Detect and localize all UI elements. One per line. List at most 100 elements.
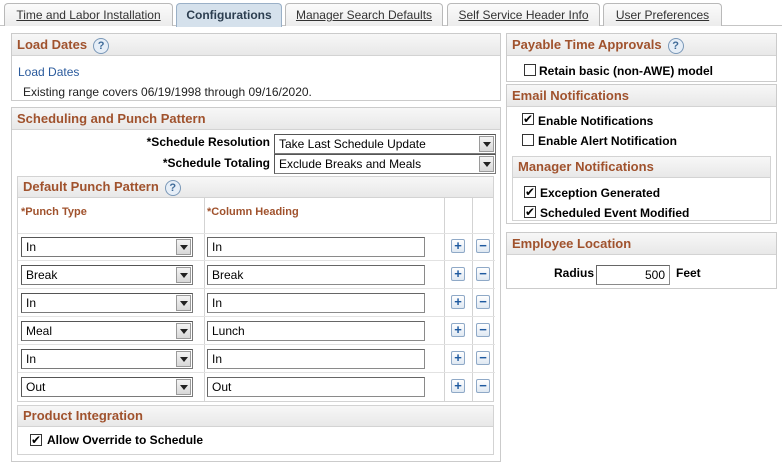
column-heading-value: In [212,240,223,254]
product-integration-group: Product Integration ✔ Allow Override to … [17,405,494,455]
email-notifications-group: Email Notifications ✔ Enable Notificatio… [506,84,777,224]
column-heading-input[interactable]: In [207,293,425,313]
column-heading-input[interactable]: Out [207,377,425,397]
punch-type-select[interactable]: Out [21,377,193,397]
tab-user-preferences[interactable]: User Preferences [603,3,722,26]
punch-type-value: In [26,240,37,254]
retain-basic-checkbox[interactable] [524,64,536,76]
enable-alert-checkbox[interactable] [522,134,534,146]
tab-label: Manager Search Defaults [295,8,433,22]
minus-icon: − [479,266,487,281]
column-heading-input[interactable]: Break [207,265,425,285]
delete-row-button[interactable]: − [476,295,490,309]
email-notifications-title: Email Notifications [512,88,630,103]
add-row-button[interactable]: + [451,379,465,393]
punch-type-column-header: *Punch Type [21,206,87,218]
table-row: Break Break + − [18,261,495,289]
tab-label: Time and Labor Installation [16,8,161,22]
dropdown-arrow-icon [176,295,191,311]
radius-label: Radius [554,266,595,280]
tab-self-service-header-info[interactable]: Self Service Header Info [447,3,600,26]
tab-configurations[interactable]: Configurations [176,3,282,27]
add-row-button[interactable]: + [451,239,465,253]
table-row: In In + − [18,289,495,317]
load-dates-range-text: Existing range covers 06/19/1998 through… [23,85,312,99]
help-icon[interactable]: ? [164,179,181,196]
column-heading-input[interactable]: In [207,237,425,257]
manager-notifications-header: Manager Notifications [512,156,771,178]
delete-row-button[interactable]: − [476,267,490,281]
tab-label: Configurations [186,8,272,22]
punch-type-select[interactable]: In [21,237,193,257]
dropdown-arrow-icon [176,323,191,339]
check-icon: ✔ [525,205,536,219]
dropdown-arrow-icon [479,156,494,172]
add-row-button[interactable]: + [451,295,465,309]
allow-override-label: Allow Override to Schedule [47,433,204,447]
delete-row-button[interactable]: − [476,239,490,253]
dropdown-arrow-icon [176,239,191,255]
punch-type-value: In [26,352,37,366]
check-icon: ✔ [525,185,536,199]
scheduling-header: Scheduling and Punch Pattern [12,108,500,130]
table-row: Meal Lunch + − [18,317,495,345]
radius-input[interactable]: 500 [596,265,670,285]
product-integration-title: Product Integration [23,408,143,423]
plus-icon: + [454,238,462,253]
radius-unit: Feet [676,266,701,280]
minus-icon: − [479,238,487,253]
plus-icon: + [454,294,462,309]
punch-pattern-group: Default Punch Pattern? *Punch Type *Colu… [17,176,495,402]
minus-icon: − [479,294,487,309]
plus-icon: + [454,322,462,337]
column-heading-input[interactable]: In [207,349,425,369]
punch-type-select[interactable]: Meal [21,321,193,341]
punch-pattern-header: Default Punch Pattern? [17,176,494,198]
check-icon: ✔ [523,112,534,126]
product-integration-header: Product Integration [17,405,494,427]
employee-location-group: Employee Location Radius 500 Feet [506,232,777,289]
tab-manager-search-defaults[interactable]: Manager Search Defaults [285,3,443,26]
delete-row-button[interactable]: − [476,323,490,337]
column-heading-value: Out [212,380,232,394]
tab-bar: Time and Labor Installation Configuratio… [0,0,782,27]
column-heading-value: In [212,352,223,366]
schedule-totaling-select[interactable]: Exclude Breaks and Meals [274,154,496,174]
load-dates-link[interactable]: Load Dates [18,65,79,79]
scheduled-event-checkbox[interactable]: ✔ [524,206,536,218]
allow-override-checkbox[interactable]: ✔ [30,434,42,446]
tab-label: User Preferences [615,8,710,22]
schedule-totaling-value: Exclude Breaks and Meals [279,157,422,171]
schedule-resolution-select[interactable]: Take Last Schedule Update [274,134,496,154]
load-dates-title: Load Dates [17,37,88,52]
dropdown-arrow-icon [176,267,191,283]
manager-notifications-title: Manager Notifications [518,159,654,174]
exception-generated-checkbox[interactable]: ✔ [524,186,536,198]
punch-type-select[interactable]: In [21,349,193,369]
email-notifications-header: Email Notifications [507,85,776,107]
column-heading-input[interactable]: Lunch [207,321,425,341]
tab-time-and-labor-installation[interactable]: Time and Labor Installation [4,3,173,26]
enable-notifications-checkbox[interactable]: ✔ [522,113,534,125]
delete-row-button[interactable]: − [476,351,490,365]
scheduling-group: Scheduling and Punch Pattern *Schedule R… [11,107,501,462]
punch-type-value: Break [26,268,58,282]
tab-label: Self Service Header Info [458,8,589,22]
help-icon[interactable]: ? [93,37,110,54]
delete-row-button[interactable]: − [476,379,490,393]
add-row-button[interactable]: + [451,267,465,281]
employee-location-header: Employee Location [507,233,776,255]
add-row-button[interactable]: + [451,323,465,337]
payable-time-title: Payable Time Approvals [512,37,662,52]
load-dates-group: Load Dates? Load Dates Existing range co… [11,33,501,101]
help-icon[interactable]: ? [667,37,684,54]
punch-type-select[interactable]: In [21,293,193,313]
retain-basic-label: Retain basic (non-AWE) model [539,64,714,78]
dropdown-arrow-icon [176,379,191,395]
add-row-button[interactable]: + [451,351,465,365]
punch-pattern-title: Default Punch Pattern [23,179,159,194]
punch-type-value: In [26,296,37,310]
punch-type-select[interactable]: Break [21,265,193,285]
exception-generated-label: Exception Generated [540,186,661,200]
schedule-resolution-value: Take Last Schedule Update [279,137,426,151]
